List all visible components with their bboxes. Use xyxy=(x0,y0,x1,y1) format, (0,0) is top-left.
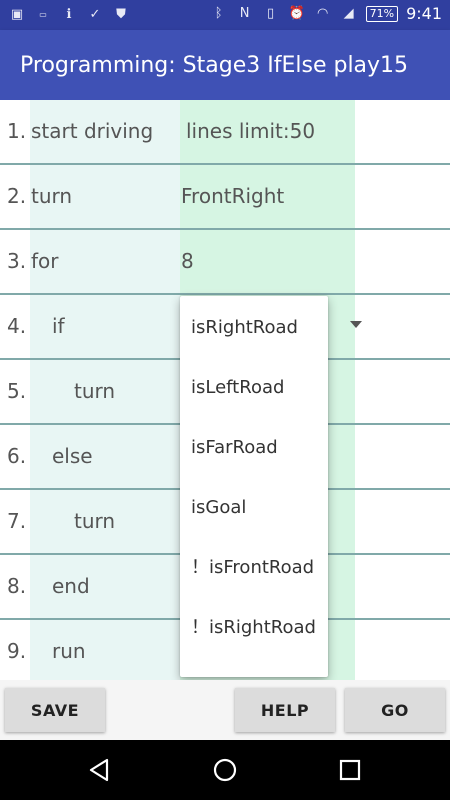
row-number: 9. xyxy=(7,639,27,663)
recents-icon[interactable] xyxy=(335,755,365,785)
navigation-bar xyxy=(0,740,450,800)
command-cell[interactable]: run xyxy=(52,620,86,680)
argument-cell[interactable]: 8 xyxy=(181,230,194,293)
dropdown-option[interactable]: isRightRoad xyxy=(180,298,328,358)
clock: 9:41 xyxy=(406,4,442,23)
argument-cell[interactable]: lines limit:50 xyxy=(186,100,315,163)
info-icon: ℹ xyxy=(66,7,72,22)
dropdown-option[interactable]: isFarRoad xyxy=(180,418,328,478)
alarm-icon: ⏰ xyxy=(288,5,305,21)
row-number: 8. xyxy=(7,574,27,598)
program-row-3[interactable]: 3. for 8 xyxy=(0,230,450,295)
row-number: 5. xyxy=(7,379,27,403)
page-title: Programming: Stage3 IfElse play15 xyxy=(20,52,409,78)
dropdown-option[interactable]: isGoal xyxy=(180,478,328,538)
nfc-icon: N xyxy=(239,5,250,21)
command-cell[interactable]: start driving xyxy=(31,100,153,163)
command-cell[interactable]: turn xyxy=(31,165,72,228)
bluetooth-icon: ᛒ xyxy=(214,5,223,21)
command-cell[interactable]: if xyxy=(52,295,65,358)
status-bar: ▣ ▭ ℹ ✓ ⛊ ᛒ N ▯ ⏰ ◠ ◢ 71% 9:41 xyxy=(0,0,450,30)
app-bar: Programming: Stage3 IfElse play15 xyxy=(0,30,450,100)
dropdown-option[interactable]: ！isRightRoad xyxy=(180,598,328,658)
signal-icon: ◢ xyxy=(343,5,354,21)
vibrate-icon: ▯ xyxy=(267,5,275,21)
pass-icon: ▭ xyxy=(39,10,47,19)
wifi-icon: ◠ xyxy=(316,5,329,21)
bottom-button-bar: SAVE HELP GO xyxy=(0,680,450,740)
check-icon: ✓ xyxy=(89,7,101,22)
row-number: 7. xyxy=(7,509,27,533)
row-number: 1. xyxy=(7,119,27,143)
back-icon[interactable] xyxy=(85,755,115,785)
dropdown-arrow-icon[interactable] xyxy=(350,321,362,328)
command-cell[interactable]: for xyxy=(31,230,59,293)
row-number: 6. xyxy=(7,444,27,468)
notification-icon: ▣ xyxy=(10,7,24,22)
program-row-2[interactable]: 2. turn FrontRight xyxy=(0,165,450,230)
row-number: 4. xyxy=(7,314,27,338)
dropdown-option[interactable]: ！isFrontRoad xyxy=(180,538,328,598)
row-number: 2. xyxy=(7,184,27,208)
shield-icon: ⛊ xyxy=(116,7,126,22)
program-row-1[interactable]: 1. start driving lines limit:50 xyxy=(0,100,450,165)
help-button[interactable]: HELP xyxy=(235,688,335,732)
dropdown-option[interactable]: isLeftRoad xyxy=(180,358,328,418)
command-cell[interactable]: turn xyxy=(74,360,115,423)
go-button[interactable]: GO xyxy=(345,688,445,732)
save-button[interactable]: SAVE xyxy=(5,688,105,732)
command-cell[interactable]: else xyxy=(52,425,93,488)
condition-dropdown-menu: isRightRoad isLeftRoad isFarRoad isGoal … xyxy=(180,296,328,677)
command-cell[interactable]: turn xyxy=(74,490,115,553)
home-icon[interactable] xyxy=(210,755,240,785)
row-number: 3. xyxy=(7,249,27,273)
battery-indicator: 71% xyxy=(365,5,399,22)
argument-cell[interactable]: FrontRight xyxy=(181,165,284,228)
command-cell[interactable]: end xyxy=(52,555,90,618)
